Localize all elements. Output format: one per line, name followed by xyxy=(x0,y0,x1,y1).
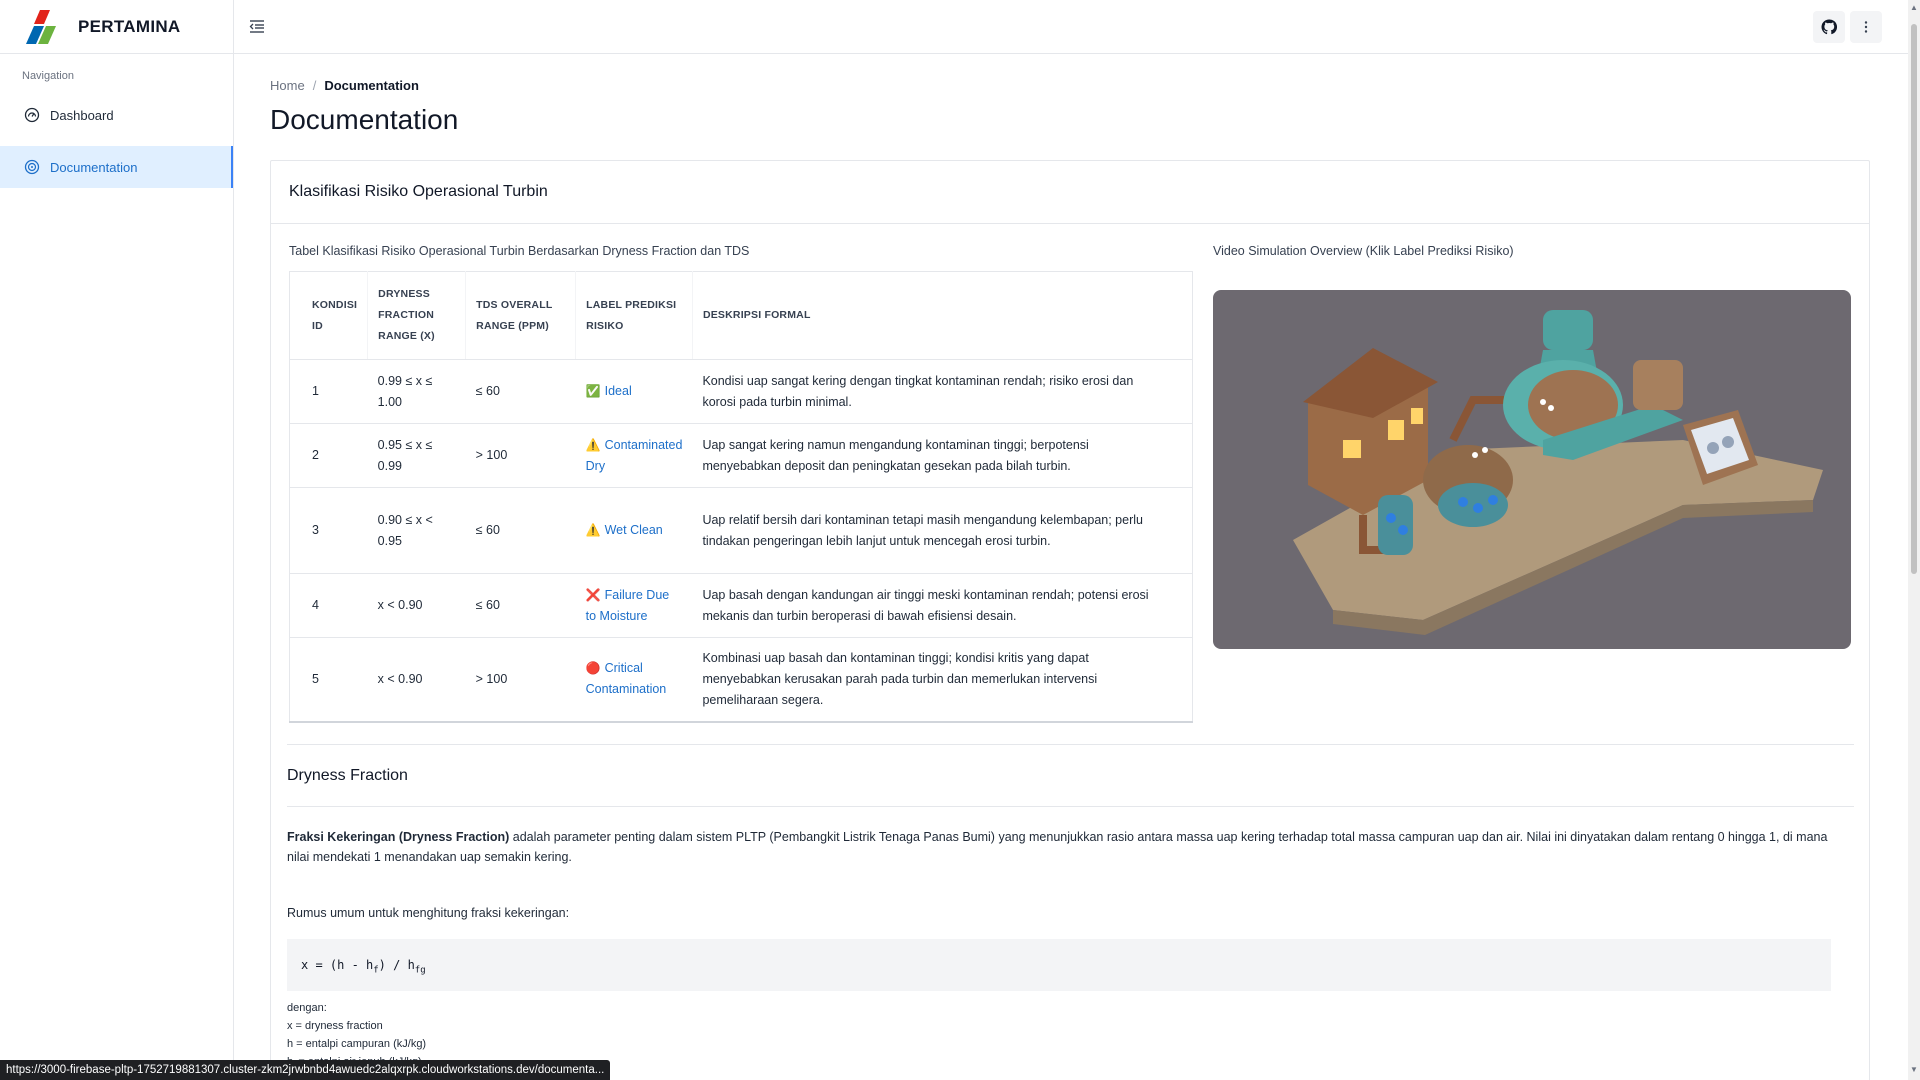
sidebar-item-documentation[interactable]: Documentation xyxy=(0,146,233,188)
cross-icon: ❌ xyxy=(585,587,601,602)
table-header-row: KONDISI ID DRYNESS FRACTION RANGE (X) TD… xyxy=(289,271,1193,360)
cell-description: Kombinasi uap basah dan kontaminan tingg… xyxy=(692,637,1193,722)
cell-tds: > 100 xyxy=(465,423,576,488)
menu-collapse-icon[interactable] xyxy=(248,17,266,35)
cell-description: Uap basah dengan kandungan air tinggi me… xyxy=(692,573,1193,638)
risk-label-link[interactable]: ⚠️ Contaminated Dry xyxy=(575,423,693,488)
definition-intro: dengan: xyxy=(287,1002,327,1014)
formula-block: x = (h - hf) / hfg xyxy=(287,939,1831,991)
sidebar-item-label: Dashboard xyxy=(50,107,114,123)
table-row: 1 0.99 ≤ x ≤ 1.00 ≤ 60 ✅ Ideal Kondisi ua… xyxy=(289,359,1193,424)
formula-lhs: x = (h - h xyxy=(301,958,374,972)
breadcrumb-home[interactable]: Home xyxy=(270,78,305,93)
dryness-fraction-section: Dryness Fraction Fraksi Kekeringan (Dryn… xyxy=(287,744,1854,1080)
card-title: Klasifikasi Risiko Operasional Turbin xyxy=(271,161,1869,224)
table-row: 3 0.90 ≤ x < 0.95 ≤ 60 ⚠️ Wet Clean Uap r… xyxy=(289,487,1193,574)
page-scrollbar[interactable]: ▲ ▼ xyxy=(1908,0,1920,1080)
intro-paragraph: Fraksi Kekeringan (Dryness Fraction) ada… xyxy=(287,827,1837,867)
column-header-tds: TDS OVERALL RANGE (PPM) xyxy=(465,271,576,360)
documentation-target-icon xyxy=(24,159,40,175)
turbine-plant-illustration xyxy=(1293,310,1823,635)
column-header-kondisi-id: KONDISI ID xyxy=(289,271,368,360)
section-body: Fraksi Kekeringan (Dryness Fraction) ada… xyxy=(287,807,1854,1075)
nav-heading: Navigation xyxy=(22,70,74,82)
warning-icon: ⚠️ xyxy=(585,523,601,537)
intro-term: Fraksi Kekeringan (Dryness Fraction) xyxy=(287,830,510,844)
cell-tds: ≤ 60 xyxy=(465,359,576,424)
risk-label-text: Ideal xyxy=(604,384,632,398)
cell-id: 5 xyxy=(289,637,368,722)
cell-description: Uap sangat kering namun mengandung konta… xyxy=(692,423,1193,488)
cell-tds: > 100 xyxy=(465,637,576,722)
cell-id: 4 xyxy=(289,573,368,638)
section-title: Dryness Fraction xyxy=(287,745,1854,807)
formula-sub-fg: fg xyxy=(414,965,426,976)
table-row: 5 x < 0.90 > 100 🔴 Critical Contamination… xyxy=(289,637,1193,722)
breadcrumb-separator: / xyxy=(312,78,317,93)
dashboard-gauge-icon xyxy=(24,107,40,123)
brand[interactable]: PERTAMINA xyxy=(0,0,233,54)
formula-intro: Rumus umum untuk menghitung fraksi keker… xyxy=(287,906,570,920)
risk-label-link[interactable]: 🔴 Critical Contamination xyxy=(575,637,693,722)
main-content: Home / Documentation Documentation Klasifi… xyxy=(234,54,1908,1080)
cell-tds: ≤ 60 xyxy=(465,573,576,638)
breadcrumb: Home / Documentation xyxy=(270,78,419,93)
github-button[interactable] xyxy=(1813,11,1845,43)
brand-name: PERTAMINA xyxy=(78,16,181,36)
sidebar-item-dashboard[interactable]: Dashboard xyxy=(0,94,233,136)
cell-id: 2 xyxy=(289,423,368,488)
risk-label-link[interactable]: ⚠️ Wet Clean xyxy=(575,487,693,574)
page-title: Documentation xyxy=(270,104,459,135)
cell-dryness: x < 0.90 xyxy=(367,637,466,722)
scroll-thumb[interactable] xyxy=(1911,24,1917,574)
video-simulation-panel[interactable] xyxy=(1213,290,1851,649)
cell-dryness: 0.95 ≤ x ≤ 0.99 xyxy=(367,423,466,488)
risk-classification-card: Klasifikasi Risiko Operasional Turbin Ta… xyxy=(270,160,1870,1080)
breadcrumb-current: Documentation xyxy=(324,78,419,93)
video-caption: Video Simulation Overview (Klik Label Pr… xyxy=(1213,244,1514,258)
table-caption: Tabel Klasifikasi Risiko Operasional Tur… xyxy=(289,244,750,258)
definition-x: x = dryness fraction xyxy=(287,1020,383,1032)
risk-table: KONDISI ID DRYNESS FRACTION RANGE (X) TD… xyxy=(289,271,1193,723)
formula-mid: ) / h xyxy=(378,958,415,972)
sidebar-item-label: Documentation xyxy=(50,159,138,175)
cell-dryness: 0.90 ≤ x < 0.95 xyxy=(367,487,466,574)
sidebar: PERTAMINA Navigation Dashboard Documenta… xyxy=(0,0,234,1080)
table-row: 4 x < 0.90 ≤ 60 ❌ Failure Due to Moisture… xyxy=(289,573,1193,638)
scroll-up-icon[interactable]: ▲ xyxy=(1910,4,1918,12)
status-url-bar: https://3000-firebase-pltp-1752719881307… xyxy=(0,1060,611,1080)
topbar xyxy=(234,0,1908,54)
warning-icon: ⚠️ xyxy=(585,437,601,452)
more-options-button[interactable] xyxy=(1850,11,1882,43)
more-vertical-icon xyxy=(1864,21,1868,33)
github-icon xyxy=(1821,19,1837,35)
cell-dryness: 0.99 ≤ x ≤ 1.00 xyxy=(367,359,466,424)
risk-label-link[interactable]: ✅ Ideal xyxy=(575,359,693,424)
risk-label-link[interactable]: ❌ Failure Due to Moisture xyxy=(575,573,693,638)
red-circle-icon: 🔴 xyxy=(585,661,601,676)
check-icon: ✅ xyxy=(585,384,601,398)
definition-h: h = entalpi campuran (kJ/kg) xyxy=(287,1038,427,1050)
cell-id: 3 xyxy=(289,487,368,574)
pertamina-logo-icon xyxy=(26,9,56,44)
cell-id: 1 xyxy=(289,359,368,424)
cell-description: Kondisi uap sangat kering dengan tingkat… xyxy=(692,359,1193,424)
cell-dryness: x < 0.90 xyxy=(367,573,466,638)
column-header-deskripsi: DESKRIPSI FORMAL xyxy=(691,271,1193,360)
column-header-label: LABEL PREDIKSI RISIKO xyxy=(575,271,693,360)
risk-label-text: Wet Clean xyxy=(604,523,663,537)
intro-text: adalah parameter penting dalam sistem PL… xyxy=(287,830,1828,864)
cell-tds: ≤ 60 xyxy=(465,487,576,574)
cell-description: Uap relatif bersih dari kontaminan tetap… xyxy=(692,487,1193,574)
column-header-dryness: DRYNESS FRACTION RANGE (X) xyxy=(367,271,466,360)
table-row: 2 0.95 ≤ x ≤ 0.99 > 100 ⚠️ Contaminated D… xyxy=(289,423,1193,488)
scroll-down-icon[interactable]: ▼ xyxy=(1910,1066,1918,1074)
